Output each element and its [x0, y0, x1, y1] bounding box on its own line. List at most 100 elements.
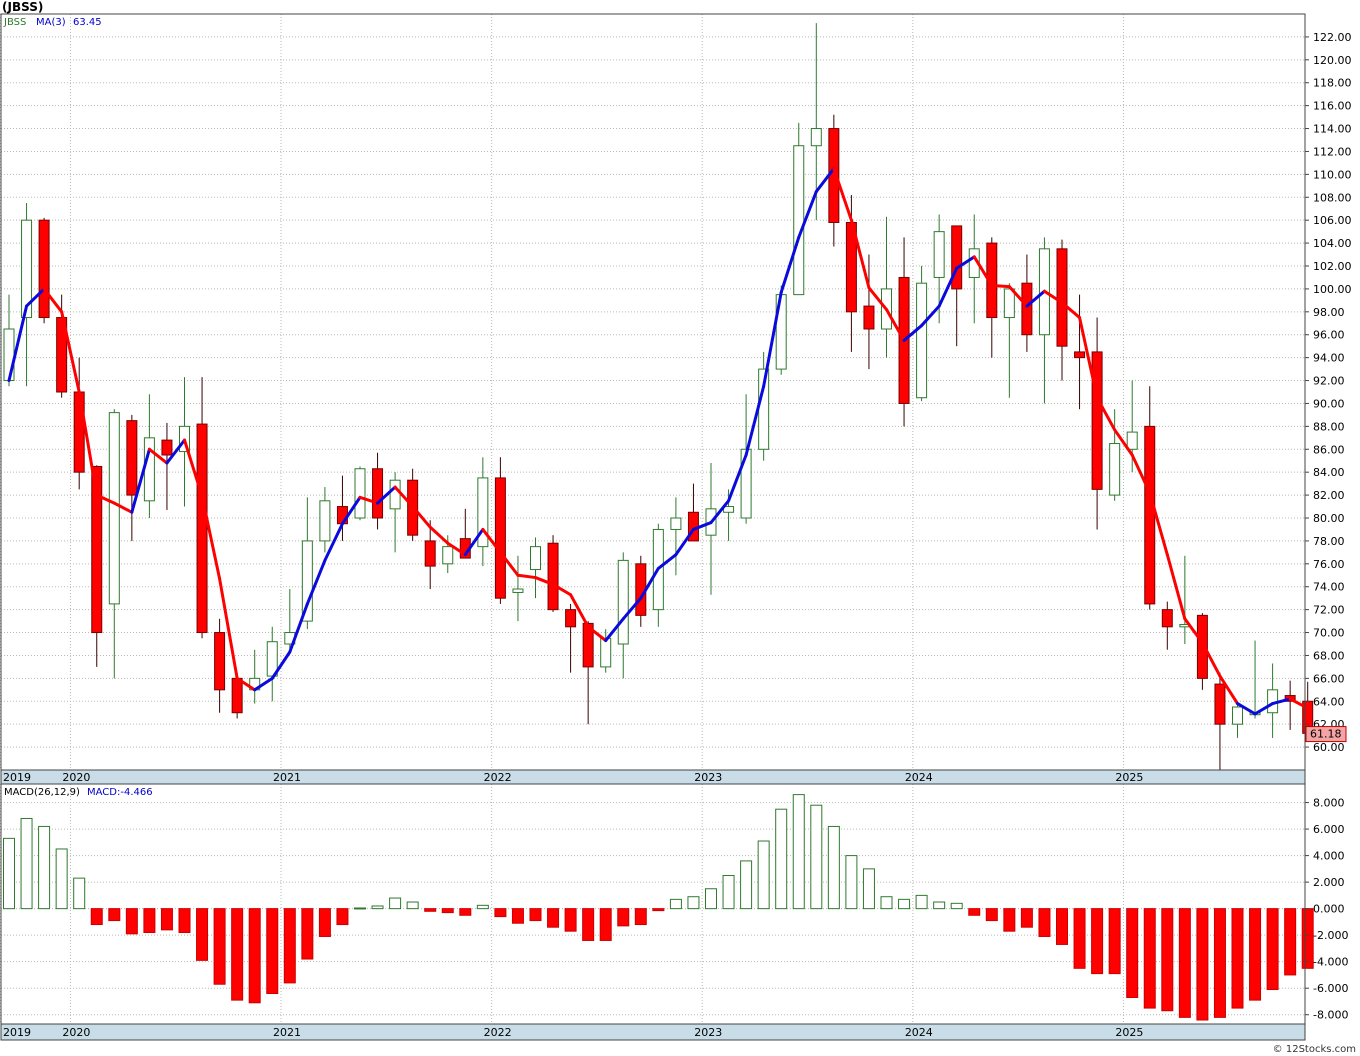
- candle-body: [863, 305, 875, 330]
- candle-body: [933, 231, 945, 278]
- macd-bar-negative: [336, 908, 349, 926]
- candle-body: [810, 128, 822, 147]
- macd-year-label: 2020: [62, 1026, 90, 1039]
- macd-bar-negative: [1178, 908, 1191, 1018]
- candle-body: [1021, 282, 1033, 336]
- price-y-tick-label: 120.00: [1313, 54, 1352, 67]
- macd-y-tick-label: 6.000: [1313, 823, 1345, 836]
- candle-body: [319, 500, 331, 542]
- macd-bar-negative: [231, 908, 244, 1001]
- last-price-badge-text: 61.18: [1310, 728, 1342, 741]
- price-y-tick-label: 112.00: [1313, 145, 1352, 158]
- candle-body: [793, 145, 805, 296]
- macd-bar-negative: [1056, 908, 1068, 945]
- ma-legend-value: 63.45: [73, 17, 102, 28]
- price-y-tick-label: 84.00: [1313, 466, 1345, 479]
- price-y-tick-label: 86.00: [1313, 443, 1345, 456]
- macd-bar-positive: [73, 877, 86, 910]
- macd-bar-negative: [266, 908, 279, 995]
- candle-body: [372, 468, 384, 519]
- macd-bar-negative: [283, 908, 296, 984]
- macd-bar-negative: [634, 908, 647, 926]
- price-y-tick-label: 74.00: [1313, 581, 1345, 594]
- macd-y-tick-label: 8.000: [1313, 797, 1345, 810]
- macd-bar-positive: [898, 898, 911, 910]
- macd-year-label: 2025: [1115, 1026, 1143, 1039]
- macd-time-axis-bar: [0, 1023, 1306, 1041]
- macd-bar-negative: [617, 908, 630, 927]
- last-price-badge: 61.18: [1305, 726, 1347, 743]
- macd-bar-negative: [985, 908, 998, 922]
- price-year-label: 2023: [694, 771, 722, 784]
- macd-bar-negative: [301, 908, 314, 960]
- macd-y-tick-label: -4.000: [1313, 956, 1348, 969]
- candle-body: [442, 546, 454, 565]
- macd-bar-negative: [1038, 908, 1051, 937]
- candle-body: [3, 328, 15, 382]
- macd-bar-positive: [705, 888, 717, 910]
- price-y-tick-label: 92.00: [1313, 375, 1345, 388]
- macd-bar-positive: [757, 840, 770, 910]
- macd-bar-positive: [55, 848, 68, 910]
- price-year-label: 2025: [1115, 771, 1143, 784]
- price-y-tick-label: 114.00: [1313, 123, 1352, 136]
- macd-bar-negative: [582, 908, 595, 941]
- macd-bar-negative: [1284, 908, 1297, 976]
- macd-bar-negative: [494, 908, 507, 918]
- macd-bar-positive: [792, 794, 805, 910]
- macd-bar-positive: [389, 897, 402, 910]
- candle-body: [617, 559, 629, 645]
- macd-bar-negative: [1301, 908, 1314, 969]
- macd-y-tick-label: 2.000: [1313, 876, 1345, 889]
- macd-year-label: 2024: [905, 1026, 933, 1039]
- macd-bar-positive: [933, 901, 946, 910]
- macd-bar-negative: [1213, 908, 1226, 1018]
- macd-bar-negative: [1073, 908, 1086, 969]
- price-y-tick-label: 76.00: [1313, 558, 1345, 571]
- macd-year-label: 2019: [3, 1026, 31, 1039]
- macd-bar-positive: [354, 907, 366, 910]
- macd-bar-negative: [1196, 908, 1209, 1021]
- symbol-label: (JBSS): [2, 0, 43, 14]
- macd-bar-positive: [669, 898, 682, 910]
- candle-body: [354, 468, 366, 519]
- macd-bar-positive: [20, 817, 33, 910]
- candle-body: [126, 420, 138, 496]
- candle-body: [231, 677, 243, 714]
- candle-body: [1161, 609, 1173, 628]
- price-y-tick-label: 110.00: [1313, 168, 1352, 181]
- price-y-tick-label: 82.00: [1313, 489, 1345, 502]
- price-y-tick-label: 70.00: [1313, 627, 1345, 640]
- macd-bar-negative: [968, 908, 981, 916]
- candle-body: [951, 225, 963, 290]
- candle-body: [494, 477, 506, 599]
- candle-body: [1074, 351, 1086, 359]
- macd-y-tick-label: -8.000: [1313, 1009, 1348, 1022]
- ticker-legend: JBSS: [3, 17, 26, 28]
- macd-bar-positive: [810, 804, 823, 910]
- macd-y-tick-label: -6.000: [1313, 982, 1348, 995]
- macd-bar-negative: [459, 908, 472, 916]
- macd-bar-positive: [845, 855, 858, 910]
- candle-body: [916, 282, 928, 399]
- macd-bar-negative: [1020, 908, 1033, 928]
- macd-y-tick-label: 0.000: [1313, 903, 1345, 916]
- candle-body: [512, 588, 524, 593]
- candle-body: [214, 632, 226, 691]
- price-year-label: 2020: [62, 771, 90, 784]
- macd-bar-negative: [1003, 908, 1016, 932]
- price-y-tick-label: 68.00: [1313, 649, 1345, 662]
- candle-body: [1056, 248, 1068, 347]
- macd-year-label: 2022: [484, 1026, 512, 1039]
- price-y-tick-label: 104.00: [1313, 237, 1352, 250]
- price-time-axis-bar: [0, 769, 1306, 785]
- macd-bar-positive: [915, 894, 928, 910]
- macd-bar-negative: [564, 908, 577, 932]
- price-y-tick-label: 66.00: [1313, 672, 1345, 685]
- macd-bar-positive: [38, 825, 51, 910]
- price-y-tick-label: 88.00: [1313, 420, 1345, 433]
- candle-up: [916, 266, 928, 402]
- candle-down: [494, 457, 506, 604]
- candle-up: [354, 466, 366, 521]
- macd-year-label: 2023: [694, 1026, 722, 1039]
